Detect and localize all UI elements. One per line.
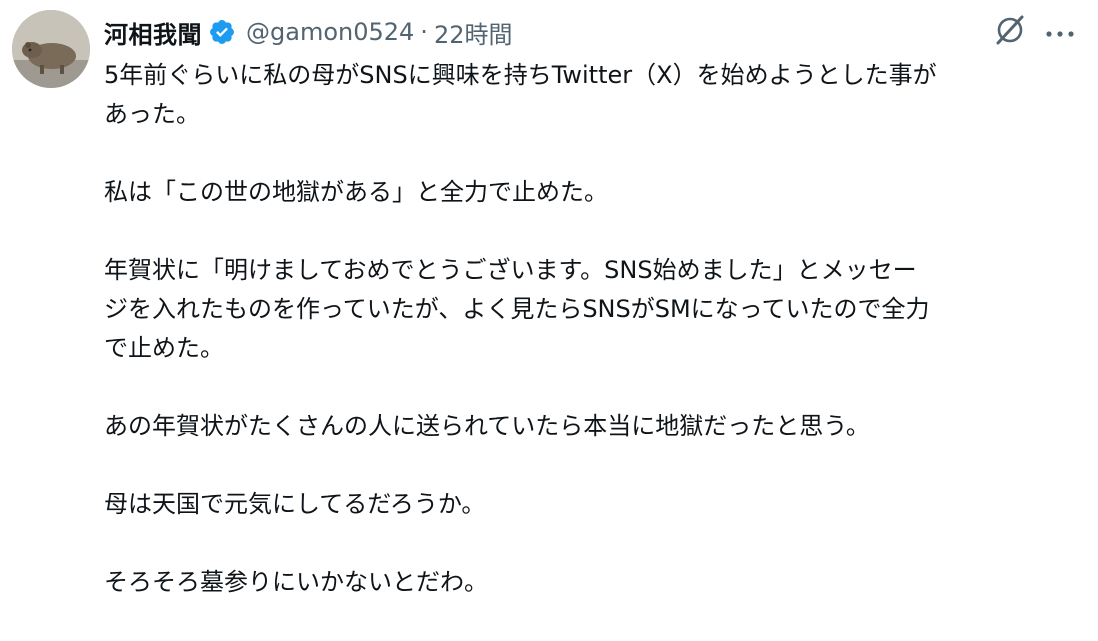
grok-button[interactable] (990, 12, 1030, 52)
separator-dot: · (420, 18, 428, 46)
paragraph: 年賀状に「明けましておめでとうございます。SNS始めました」とメッセー ジを入れ… (104, 251, 1079, 368)
paragraph: 5年前ぐらいに私の母がSNSに興味を持ちTwitter（X）を始めようとした事が… (104, 56, 1079, 134)
more-options-button[interactable] (1042, 14, 1078, 50)
text-line: ジを入れたものを作っていたが、よく見たらSNSがSMになっていたので全力 (104, 295, 930, 323)
verified-badge-icon (208, 18, 236, 46)
timestamp[interactable]: 22時間 (434, 15, 513, 50)
text-line: 5年前ぐらいに私の母がSNSに興味を持ちTwitter（X）を始めようとした事が (104, 61, 937, 89)
avatar[interactable] (12, 10, 90, 88)
text-line: あった。 (104, 100, 200, 128)
paragraph: 私は「この世の地獄がある」と全力で止めた。 (104, 173, 1079, 212)
paragraph: そろそろ墓参りにいかないとだわ。 (104, 563, 1079, 602)
tweet-text: 5年前ぐらいに私の母がSNSに興味を持ちTwitter（X）を始めようとした事が… (104, 56, 1079, 641)
text-line: そろそろ墓参りにいかないとだわ。 (104, 568, 488, 596)
text-line: あの年賀状がたくさんの人に送られていたら本当に地獄だったと思う。 (104, 412, 870, 440)
capybara-avatar-image (12, 10, 90, 88)
text-line: 年賀状に「明けましておめでとうございます。SNS始めました」とメッセー (104, 256, 917, 284)
paragraph: あの年賀状がたくさんの人に送られていたら本当に地獄だったと思う。 (104, 407, 1079, 446)
grok-icon (993, 13, 1027, 51)
display-name[interactable]: 河相我聞 (104, 15, 202, 50)
text-line: 私は「この世の地獄がある」と全力で止めた。 (104, 178, 608, 206)
more-dots-icon (1045, 23, 1075, 42)
tweet-header: 河相我聞 @gamon0524 · 22時間 (104, 12, 512, 52)
paragraph: 母は天国で元気にしてるだろうか。 (104, 485, 1079, 524)
text-line: 母は天国で元気にしてるだろうか。 (104, 490, 486, 518)
user-handle[interactable]: @gamon0524 (246, 18, 414, 46)
text-line: で止めた。 (104, 334, 224, 362)
